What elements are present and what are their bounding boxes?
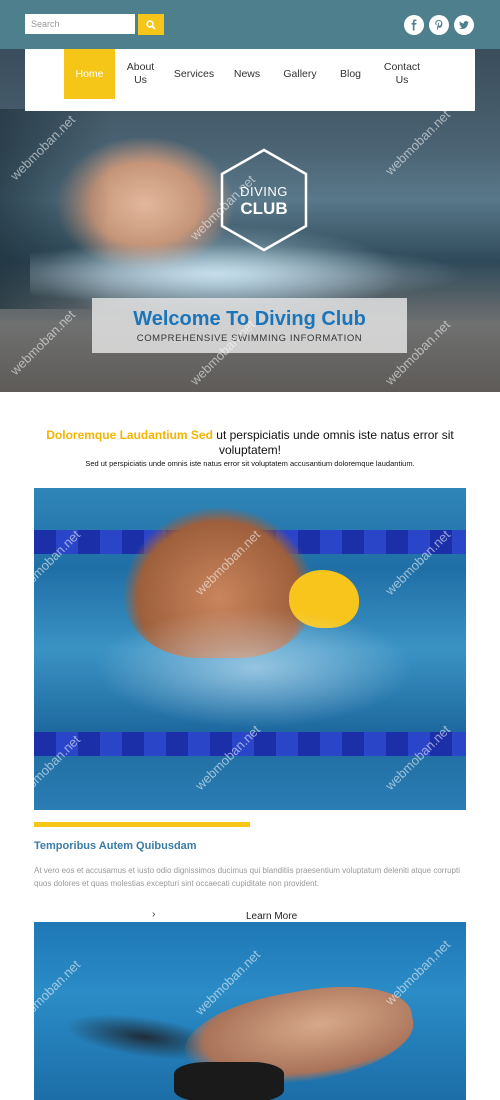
learn-more-link[interactable]: Learn More xyxy=(246,911,297,922)
nav-item-blog[interactable]: Blog xyxy=(328,49,373,99)
swimmer-photo xyxy=(34,488,466,810)
nav-item-services[interactable]: Services xyxy=(166,49,222,99)
welcome-title: Welcome To Diving Club xyxy=(133,308,366,330)
intro-rest: ut perspiciatis unde omnis iste natus er… xyxy=(216,428,454,457)
main-nav: Home About Us Services News Gallery Blog… xyxy=(25,49,475,111)
twitter-button[interactable] xyxy=(454,15,474,35)
search-input[interactable] xyxy=(25,14,135,34)
search-button[interactable] xyxy=(138,14,164,35)
nav-item-about-us[interactable]: About Us xyxy=(115,49,166,99)
nav-item-about-us-label: About Us xyxy=(126,61,155,86)
chevron-right-icon: › xyxy=(152,909,156,920)
nav-item-gallery[interactable]: Gallery xyxy=(272,49,328,99)
twitter-icon xyxy=(459,21,469,29)
section-title: Temporibus Autem Quibusdam xyxy=(34,840,197,852)
logo-text-club: CLUB xyxy=(240,199,288,218)
nav-item-news[interactable]: News xyxy=(222,49,272,99)
nav-item-contact-us[interactable]: Contact Us xyxy=(373,49,431,99)
pinterest-icon xyxy=(435,20,443,30)
section-text: At vero eos et accusamus et iusto odio d… xyxy=(34,866,460,888)
facebook-button[interactable] xyxy=(404,15,424,35)
diver-photo xyxy=(34,922,466,1100)
search-icon xyxy=(146,19,156,30)
intro-heading: Doloremque Laudantium Sed ut perspiciati… xyxy=(25,428,475,458)
facebook-icon xyxy=(411,19,417,31)
nav-item-home[interactable]: Home xyxy=(64,49,115,99)
pinterest-button[interactable] xyxy=(429,15,449,35)
nav-item-contact-us-label: Contact Us xyxy=(383,61,421,86)
section-divider xyxy=(34,822,250,827)
logo-text-diving: DIVING xyxy=(240,184,288,199)
welcome-subtitle: COMPREHENSIVE SWIMMING INFORMATION xyxy=(136,333,363,344)
welcome-banner: Welcome To Diving Club COMPREHENSIVE SWI… xyxy=(92,298,407,353)
intro-subtext: Sed ut perspiciatis unde omnis iste natu… xyxy=(85,459,415,468)
intro-highlight: Doloremque Laudantium Sed xyxy=(46,428,213,442)
